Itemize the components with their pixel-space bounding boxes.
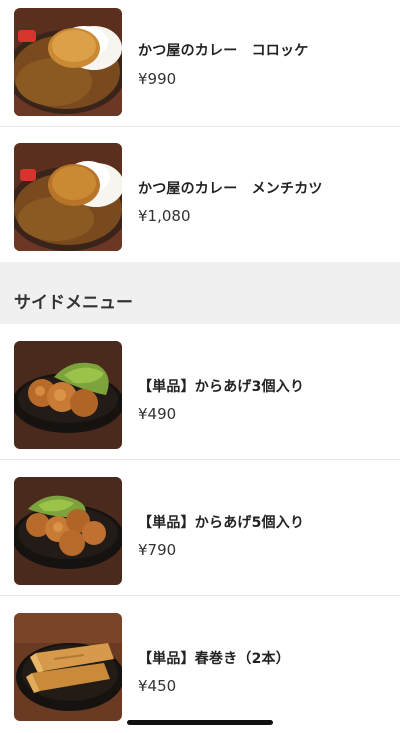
karaage-3-photo [14,341,122,449]
divider [0,595,400,596]
item-name: 【単品】春巻き（2本） [138,651,290,667]
section-title: サイドメニュー [14,293,133,313]
karaage-5-photo [14,477,122,585]
item-price: ¥450 [138,677,177,695]
item-price: ¥1,080 [138,207,191,225]
item-name: 【単品】からあげ3個入り [138,379,305,395]
item-name: かつ屋のカレー コロッケ [138,43,309,59]
section-header-side-menu: サイドメニュー [0,262,400,324]
item-price: ¥990 [138,70,177,88]
home-indicator [127,720,273,725]
item-price: ¥490 [138,405,177,423]
menu-item-karaage-5[interactable]: 【単品】からあげ5個入り ¥790 [0,461,400,596]
divider [0,459,400,460]
menu-item-curry-croquette[interactable]: かつ屋のカレー コロッケ ¥990 [0,0,400,127]
item-name: 【単品】からあげ5個入り [138,515,305,531]
curry-menchi-katsu-photo [14,143,122,251]
harumaki-photo [14,613,122,721]
menu-item-harumaki[interactable]: 【単品】春巻き（2本） ¥450 [0,597,400,732]
menu-item-karaage-3[interactable]: 【単品】からあげ3個入り ¥490 [0,325,400,460]
menu-item-curry-menchi-katsu[interactable]: かつ屋のカレー メンチカツ ¥1,080 [0,127,400,262]
item-name: かつ屋のカレー メンチカツ [138,181,323,197]
curry-croquette-photo [14,8,122,116]
item-price: ¥790 [138,541,177,559]
